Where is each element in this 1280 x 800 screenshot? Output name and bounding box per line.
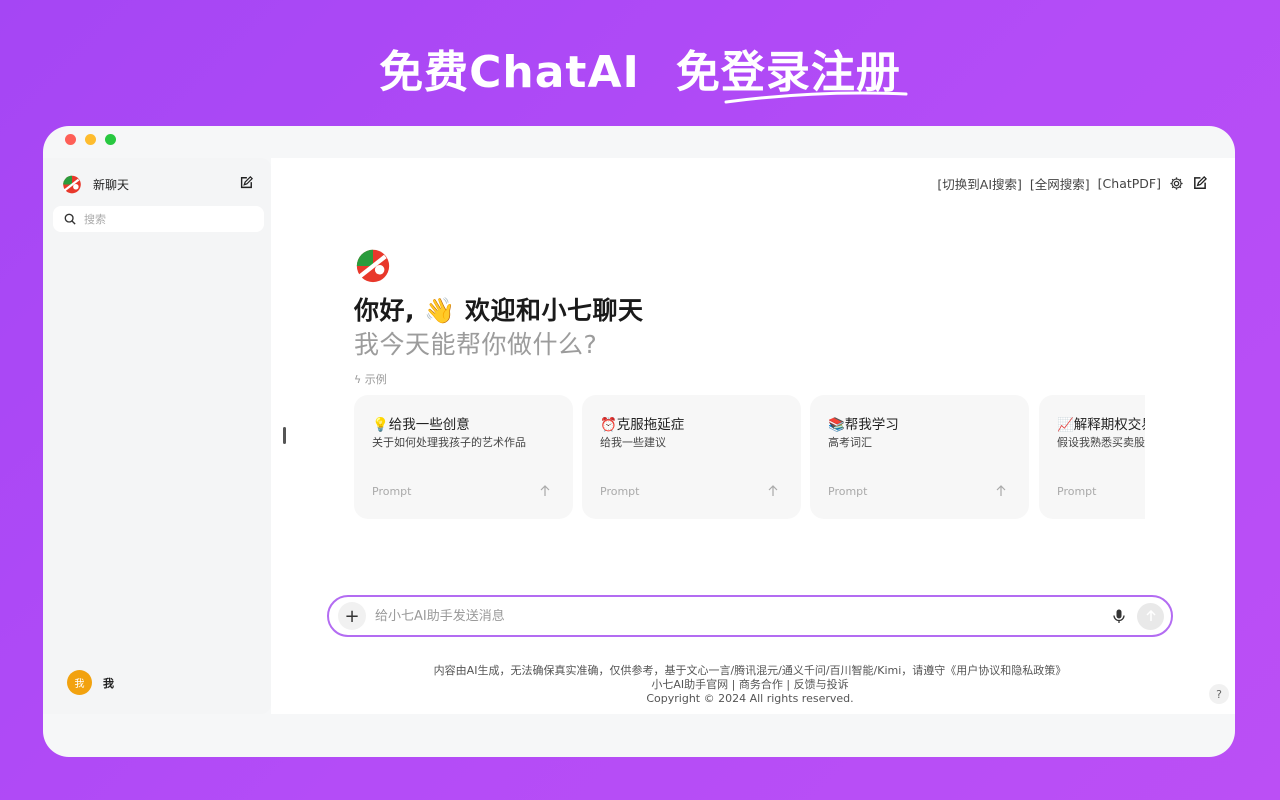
search-input[interactable] [84, 212, 254, 226]
user-row[interactable]: 我 我 [67, 670, 114, 695]
footer-links: 小七AI助手官网 | 商务合作 | 反馈与投诉 [651, 678, 849, 691]
new-chat-label: 新聊天 [93, 177, 130, 192]
close-window-button[interactable] [65, 134, 76, 145]
switch-to-ai-search-link[interactable]: [切换到AI搜索] [937, 174, 1022, 193]
official-site-link[interactable]: 小七AI助手官网 [651, 678, 728, 691]
search-box[interactable] [53, 206, 264, 232]
hero-greeting: 你好, 👋 欢迎和小七聊天 [354, 296, 644, 325]
message-composer: + [327, 595, 1173, 637]
arrow-up-icon [1145, 610, 1156, 621]
promo-title-part1: 免费ChatAI [379, 47, 640, 98]
new-chat-row[interactable]: 新聊天 [61, 172, 253, 196]
attach-button[interactable]: + [338, 602, 366, 630]
feedback-link[interactable]: 反馈与投诉 [794, 678, 849, 691]
lightning-icon: ϟ [354, 373, 365, 386]
footer: 内容由AI生成，无法确保真实准确，仅供参考，基于文心一言/腾讯混元/通义千问/百… [327, 664, 1173, 706]
footer-disclaimer: 内容由AI生成，无法确保真实准确，仅供参考，基于文心一言/腾讯混元/通义千问/百… [433, 664, 1067, 677]
web-search-link[interactable]: [全网搜索] [1030, 174, 1090, 193]
hero-subtitle: 我今天能帮你做什么? [354, 330, 598, 359]
promo-title: 免费ChatAI 免登录注册 [0, 36, 1280, 100]
example-card-prompt: Prompt [1057, 485, 1097, 498]
arrow-up-icon [768, 485, 778, 496]
example-card-title: 📈解释期权交易 [1057, 417, 1145, 433]
window-controls [65, 134, 116, 145]
sidebar: 新聊天 我 我 [43, 158, 271, 714]
example-card-title: 💡给我一些创意 [372, 417, 470, 433]
minimize-window-button[interactable] [85, 134, 96, 145]
app-logo-icon [63, 175, 81, 194]
example-card[interactable]: 📚帮我学习 高考词汇 Prompt [810, 395, 1029, 519]
chatpdf-link[interactable]: [ChatPDF] [1098, 176, 1161, 191]
user-name: 我 [103, 676, 114, 690]
example-card[interactable]: 📈解释期权交易 假设我熟悉买卖股票 Prompt [1039, 395, 1145, 519]
gear-icon[interactable] [1169, 176, 1184, 191]
avatar: 我 [67, 670, 92, 695]
example-card[interactable]: ⏰克服拖延症 给我一些建议 Prompt [582, 395, 801, 519]
send-button[interactable] [1137, 602, 1164, 630]
main-panel: [切换到AI搜索] [全网搜索] [ChatPDF] 你好, 👋 欢迎和小七聊天… [271, 158, 1235, 714]
sidebar-resize-handle[interactable] [283, 427, 286, 444]
example-card-desc: 假设我熟悉买卖股票 [1057, 436, 1145, 449]
help-button[interactable]: ? [1209, 684, 1229, 704]
arrow-up-icon [540, 485, 550, 496]
copyright: Copyright © 2024 All rights reserved. [646, 692, 854, 705]
example-card-desc: 高考词汇 [828, 436, 872, 449]
plus-icon: + [344, 605, 360, 627]
app-window: 新聊天 我 我 [切换到AI搜索] [全网搜索] [ChatPDF] [43, 126, 1235, 757]
promo-underline-decoration [724, 91, 908, 104]
maximize-window-button[interactable] [105, 134, 116, 145]
example-card-title: 📚帮我学习 [828, 417, 899, 433]
header-links: [切换到AI搜索] [全网搜索] [ChatPDF] [937, 174, 1207, 193]
example-card-prompt: Prompt [372, 485, 412, 498]
example-card[interactable]: 💡给我一些创意 关于如何处理我孩子的艺术作品 Prompt [354, 395, 573, 519]
example-card-desc: 给我一些建议 [600, 436, 666, 449]
edit-icon[interactable] [1192, 176, 1207, 191]
example-card-desc: 关于如何处理我孩子的艺术作品 [372, 436, 526, 449]
examples-label: ϟ 示例 [354, 373, 387, 386]
business-link[interactable]: 商务合作 [739, 678, 783, 691]
arrow-up-icon [996, 485, 1006, 496]
search-icon [64, 213, 76, 225]
microphone-icon[interactable] [1111, 608, 1127, 624]
message-input[interactable] [375, 608, 1111, 624]
example-card-prompt: Prompt [600, 485, 640, 498]
hero-logo-icon [356, 249, 390, 283]
new-chat-edit-icon[interactable] [239, 176, 253, 190]
example-cards: 💡给我一些创意 关于如何处理我孩子的艺术作品 Prompt ⏰克服拖延症 给我一… [354, 395, 1145, 521]
example-card-prompt: Prompt [828, 485, 868, 498]
example-card-title: ⏰克服拖延症 [600, 417, 685, 433]
